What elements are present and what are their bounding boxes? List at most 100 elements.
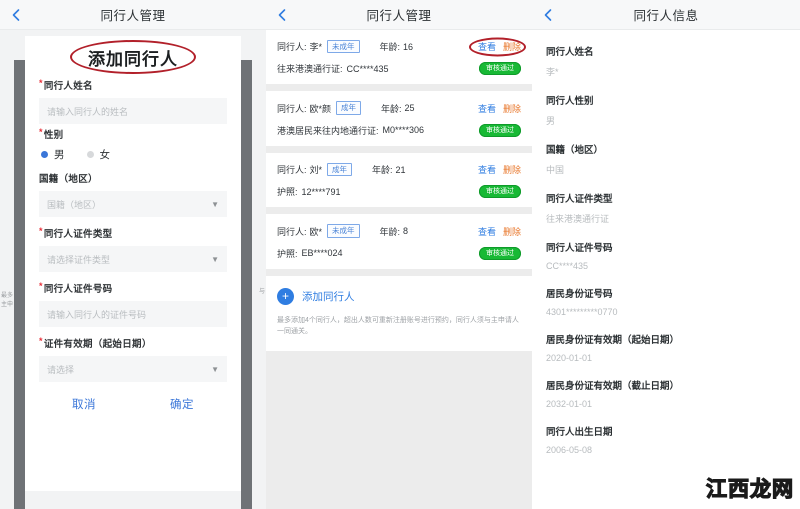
detail-label: 同行人证件类型 xyxy=(546,194,613,205)
companion-doc-label: 港澳居民来往内地通行证: xyxy=(277,125,379,136)
companion-row-top: 同行人: 欧*颜 成年 年龄: 25 查看 删除 xyxy=(277,101,521,115)
back-chevron-icon[interactable] xyxy=(275,8,289,22)
companion-row-bottom: 往来港澳通行证: CC****435 审核通过 xyxy=(277,62,521,76)
companion-name-label: 同行人: xyxy=(277,103,307,114)
nav-title-detail: 同行人信息 xyxy=(633,9,699,23)
radio-dot-unselected xyxy=(86,151,94,158)
companion-age: 25 xyxy=(404,103,415,114)
screenshot-root: 同行人管理 最多 主申 与 添加同行人 *同行人姓名 请输入同行人的姓名 *性别… xyxy=(0,0,800,509)
companion-age-tag: 成年 xyxy=(336,101,362,115)
detail-item-gender: 同行人性别 男 xyxy=(546,93,786,127)
detail-value: 2020-01-01 xyxy=(546,353,593,363)
radio-dot-selected xyxy=(41,151,48,158)
delete-button[interactable]: 删除 xyxy=(503,102,521,115)
radio-gender-male[interactable]: 男 xyxy=(41,147,65,162)
companion-age-label: 年龄: xyxy=(372,165,393,176)
field-companion-name: *同行人姓名 请输入同行人的姓名 xyxy=(25,78,241,124)
back-chevron-icon[interactable] xyxy=(9,8,23,22)
required-marker: * xyxy=(39,127,43,137)
view-button[interactable]: 查看 xyxy=(478,163,496,176)
annotation-ellipse-operations xyxy=(468,37,526,57)
chevron-down-icon: ▼ xyxy=(211,364,219,374)
dialog-actions: 取消 确定 xyxy=(25,396,241,412)
detail-value: 男 xyxy=(546,116,556,126)
detail-item-id-valid-to: 居民身份证有效期（截止日期） 2032-01-01 xyxy=(546,378,786,409)
detail-value: 2006-05-08 xyxy=(546,445,593,455)
cancel-button[interactable]: 取消 xyxy=(72,396,96,412)
label-doc-type: *同行人证件类型 xyxy=(39,226,113,240)
detail-label: 同行人姓名 xyxy=(546,47,594,58)
companion-doc-number: EB****024 xyxy=(301,248,343,259)
companion-age-label: 年龄: xyxy=(379,42,401,53)
companion-row-top: 同行人: 刘* 成年 年龄: 21 查看 删除 xyxy=(277,162,521,177)
detail-item-doc-number: 同行人证件号码 CC****435 xyxy=(546,240,786,271)
companion-row[interactable]: 同行人: 李* 未成年 年龄: 16 查看 删除 往来港澳通行证: CC****… xyxy=(266,30,532,85)
input-companion-name[interactable]: 请输入同行人的姓名 xyxy=(39,98,227,124)
companion-age: 21 xyxy=(395,164,406,175)
add-companion-dialog: 添加同行人 *同行人姓名 请输入同行人的姓名 *性别 男 女 国籍（地区） 国籍… xyxy=(25,36,241,491)
status-badge: 审核通过 xyxy=(479,185,521,199)
nav-title-add: 同行人管理 xyxy=(100,9,166,23)
detail-label: 居民身份证有效期（起始日期） xyxy=(546,335,680,346)
detail-item-id-number: 居民身份证号码 4301*********0770 xyxy=(546,286,786,317)
detail-item-birthdate: 同行人出生日期 2006-05-08 xyxy=(546,424,786,455)
companion-age-label: 年龄: xyxy=(379,226,401,237)
nav-title-list: 同行人管理 xyxy=(366,9,432,23)
select-doc-type[interactable]: 请选择证件类型 ▼ xyxy=(39,246,227,272)
label-doc-number: *同行人证件号码 xyxy=(39,281,113,295)
detail-label: 同行人证件号码 xyxy=(546,243,613,254)
companion-age-tag: 未成年 xyxy=(327,224,360,238)
detail-item-nationality: 国籍（地区） 中国 xyxy=(546,142,786,176)
select-valid-from[interactable]: 请选择 ▼ xyxy=(39,356,227,382)
companion-row-bottom: 护照: 12****791 审核通过 xyxy=(277,185,521,199)
input-doc-number[interactable]: 请输入同行人的证件号码 xyxy=(39,301,227,327)
companion-age: 16 xyxy=(403,41,414,52)
add-companion-note: 最多添加4个同行人，超出人数可重新注册账号进行预约，同行人须与主申请人一同通关。 xyxy=(277,316,519,336)
status-badge: 审核通过 xyxy=(479,246,521,260)
row-operations: 查看 删除 xyxy=(478,163,521,176)
companion-row[interactable]: 同行人: 刘* 成年 年龄: 21 查看 删除 护照: 12****791 审核… xyxy=(266,152,532,208)
detail-value: 4301*********0770 xyxy=(546,307,618,317)
radio-group-gender: 男 女 xyxy=(39,147,227,162)
required-marker: * xyxy=(39,336,43,346)
select-nationality-placeholder: 国籍（地区） xyxy=(47,199,102,210)
detail-label: 同行人出生日期 xyxy=(546,427,613,438)
add-companion-button[interactable]: + 添加同行人 xyxy=(277,287,521,305)
detail-label: 国籍（地区） xyxy=(546,145,604,156)
delete-button[interactable]: 删除 xyxy=(503,163,521,176)
detail-value: CC****435 xyxy=(546,261,589,271)
delete-button[interactable]: 删除 xyxy=(503,225,521,238)
companion-name: 李* xyxy=(309,42,323,53)
companion-doc-label: 护照: xyxy=(277,187,298,198)
navbar-add: 同行人管理 xyxy=(0,0,266,30)
navbar-detail: 同行人信息 xyxy=(532,0,800,30)
select-nationality[interactable]: 国籍（地区） ▼ xyxy=(39,191,227,217)
detail-field-list: 同行人姓名 李* 同行人性别 男 国籍（地区） 中国 同行人证件类型 往来港澳通… xyxy=(532,30,800,455)
chevron-down-icon: ▼ xyxy=(211,254,219,264)
companion-row[interactable]: 同行人: 欧* 未成年 年龄: 8 查看 删除 护照: EB****024 审核… xyxy=(266,214,532,269)
label-nationality: 国籍（地区） xyxy=(39,174,98,185)
detail-value: 往来港澳通行证 xyxy=(546,214,610,224)
radio-gender-female[interactable]: 女 xyxy=(86,147,111,162)
companion-age-label: 年龄: xyxy=(381,103,402,114)
detail-label: 居民身份证号码 xyxy=(546,289,613,300)
input-companion-name-placeholder: 请输入同行人的姓名 xyxy=(47,106,129,117)
companion-row-bottom: 港澳居民来往内地通行证: M0****306 审核通过 xyxy=(277,123,521,137)
view-button[interactable]: 查看 xyxy=(478,102,496,115)
add-companion-label: 添加同行人 xyxy=(302,290,355,303)
back-chevron-icon[interactable] xyxy=(541,8,555,22)
field-gender: *性别 男 女 xyxy=(25,127,241,162)
companion-name-label: 同行人: xyxy=(277,165,307,176)
companion-name-label: 同行人: xyxy=(277,42,307,53)
panel-companion-detail: 同行人信息 同行人姓名 李* 同行人性别 男 国籍（地区） 中国 同行人证件类型… xyxy=(532,0,800,509)
required-marker: * xyxy=(39,78,43,88)
detail-value: 2032-01-01 xyxy=(546,399,593,409)
companion-row-top: 同行人: 欧* 未成年 年龄: 8 查看 删除 xyxy=(277,224,521,238)
companion-row-bottom: 护照: EB****024 审核通过 xyxy=(277,246,521,260)
confirm-button[interactable]: 确定 xyxy=(170,396,194,412)
detail-value: 李* xyxy=(546,67,559,77)
radio-label-female: 女 xyxy=(99,149,111,161)
row-operations: 查看 删除 xyxy=(468,37,526,57)
companion-row[interactable]: 同行人: 欧*颜 成年 年龄: 25 查看 删除 港澳居民来往内地通行证: M0… xyxy=(266,91,532,146)
view-button[interactable]: 查看 xyxy=(478,225,496,238)
